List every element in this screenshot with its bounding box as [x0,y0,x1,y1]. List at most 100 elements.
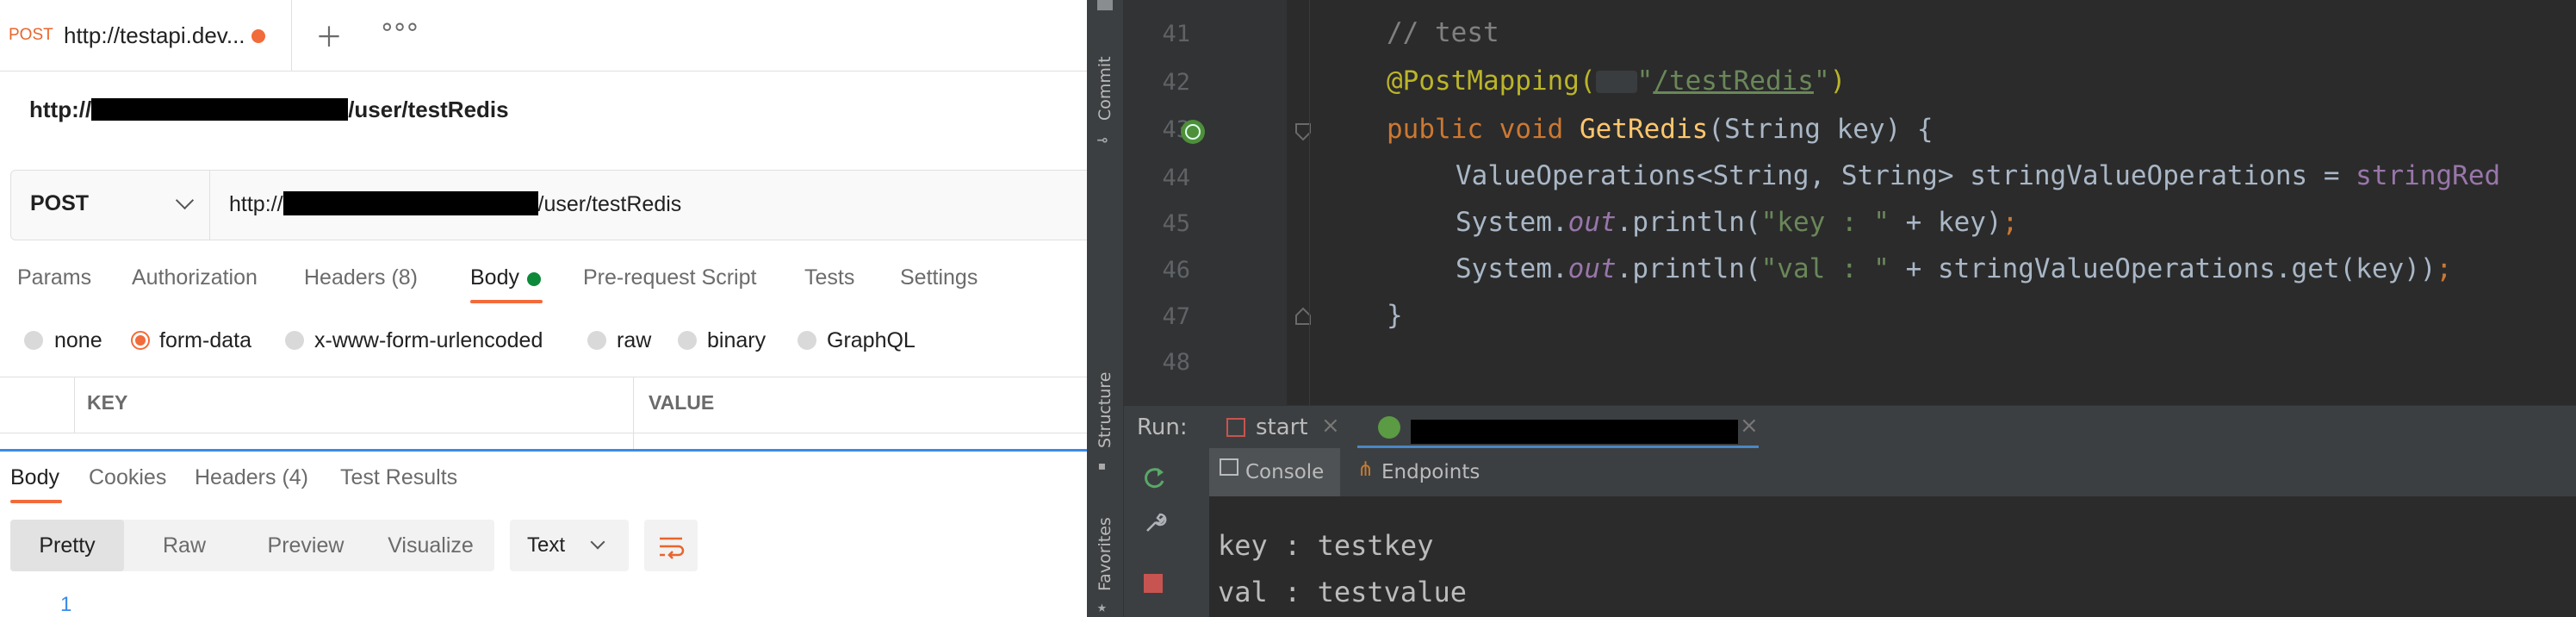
value-column-header: VALUE [649,391,715,414]
radio-binary-label: binary [707,328,767,352]
key-column-header: KEY [87,391,128,414]
radio-x-www-form-urlencoded-label: x-www-form-urlencoded [314,328,543,352]
active-tab-underline [470,300,543,303]
string-token: "key : " [1760,207,1890,238]
response-tab-cookies[interactable]: Cookies [89,465,166,490]
view-pretty[interactable]: Pretty [10,520,124,571]
tab-tests[interactable]: Tests [804,265,854,290]
radio-binary[interactable] [678,331,697,350]
tab-title: http://testapi.dev... [64,22,245,48]
globe-icon[interactable] [1595,71,1637,93]
mapping-path-link[interactable]: /testRedis [1653,65,1814,97]
tab-method: POST [9,26,53,44]
tab-settings[interactable]: Settings [900,265,978,290]
tab-console[interactable]: Console [1245,461,1324,483]
code-line-43: public void GetRedis(String key) { [1387,114,1934,145]
project-icon[interactable] [1097,0,1113,10]
column-divider [633,377,634,450]
tab-authorization[interactable]: Authorization [132,265,258,290]
tab-body[interactable]: Body [470,265,519,290]
code-token: System. [1456,253,1568,284]
stop-icon[interactable] [1144,574,1163,593]
radio-form-data-label: form-data [159,328,251,352]
structure-tool-tab[interactable]: Structure [1096,372,1114,448]
radio-graphql[interactable] [798,331,816,350]
semicolon-token: ; [2002,207,2019,238]
run-actions-toolbar [1123,448,1244,617]
code-line-44: ValueOperations<String, String> stringVa… [1456,160,2500,191]
code-line-46: System.out.println("val : " + stringValu… [1456,253,2452,284]
url-suffix: /user/testRedis [537,192,682,216]
ide-pane: 41 42 43 44 45 46 47 48 // test @PostMap… [1087,0,2576,617]
endpoint-gutter-icon[interactable] [1178,117,1207,146]
field-token: stringRed [2356,160,2501,191]
line-number: 42 [1162,69,1190,96]
string-quote: " [1813,65,1830,97]
radio-raw-label: raw [617,328,652,352]
response-tab-test-results[interactable]: Test Results [340,465,457,490]
radio-none-label: none [54,328,102,352]
line-number: 41 [1162,21,1190,47]
wrap-lines-button[interactable] [644,520,698,571]
code-token: ValueOperations<String, String> stringVa… [1456,160,2356,191]
static-field-token: out [1567,207,1617,238]
tab-headers-count: (8) [391,265,419,290]
run-tab-start[interactable]: start [1256,414,1308,440]
url-input[interactable]: http:// /user/testRedis [229,191,681,217]
line-number: 47 [1162,303,1190,330]
response-tab-headers-count: (4) [282,465,309,489]
redacted-host [91,98,349,121]
request-title: http:// /user/testRedis [29,97,509,123]
run-config-icon [1226,418,1245,437]
annotation-token: ) [1829,65,1847,97]
radio-none[interactable] [24,331,43,350]
new-tab-plus-icon[interactable]: ＋ [315,16,343,55]
request-tab[interactable]: POST http://testapi.dev... [0,0,292,71]
code-editor[interactable]: 41 42 43 44 45 46 47 48 // test @PostMap… [1087,0,2576,405]
code-token: .println( [1616,253,1761,284]
tab-pre-request-script[interactable]: Pre-request Script [583,265,756,290]
response-tab-body[interactable]: Body [10,465,59,490]
tab-headers[interactable]: Headers (8) [304,265,418,290]
response-pane-resizer[interactable] [0,449,1087,452]
response-active-tab-underline [10,500,62,503]
rerun-icon[interactable] [1142,465,1168,491]
tab-params[interactable]: Params [17,265,91,290]
close-icon[interactable]: × [1321,413,1340,439]
line-number: 44 [1162,165,1190,191]
radio-form-data[interactable] [131,331,150,350]
radio-raw[interactable] [587,331,606,350]
close-icon[interactable]: × [1740,413,1759,439]
wrap-lines-icon [660,537,685,559]
view-raw[interactable]: Raw [124,520,245,571]
endpoints-icon: ⋔ [1357,458,1375,481]
column-divider [74,377,75,433]
code-line-42: @PostMapping("/testRedis") [1387,65,1846,97]
response-line-number: 1 [60,593,72,616]
url-bar: POST http:// /user/testRedis [10,170,1087,240]
commit-tool-tab[interactable]: Commit [1096,56,1114,121]
line-number: 46 [1162,257,1190,284]
method-select[interactable]: POST [11,171,210,240]
line-number: 48 [1162,349,1190,376]
radio-x-www-form-urlencoded[interactable] [285,331,304,350]
run-subtabs: Console ⋔ Endpoints [1123,448,2576,496]
view-visualize[interactable]: Visualize [367,520,494,571]
view-mode-segmented: Pretty Raw Preview Visualize [10,520,494,571]
body-active-dot-icon [527,272,541,286]
keyword-token: void [1499,114,1580,145]
structure-icon: ▪ [1097,457,1107,475]
request-tab-bar: POST http://testapi.dev... ＋ ∘∘∘ [0,0,1087,72]
response-tab-headers[interactable]: Headers (4) [195,465,308,490]
more-tabs-ellipsis-icon[interactable]: ∘∘∘ [379,12,420,42]
request-title-suffix: /user/testRedis [348,97,509,122]
favorites-tool-tab[interactable]: Favorites [1096,517,1114,591]
view-preview[interactable]: Preview [245,520,367,571]
console-output[interactable]: key : testkey val : testvalue [1209,496,2576,617]
tab-endpoints[interactable]: Endpoints [1381,461,1480,483]
format-value: Text [527,533,566,557]
console-icon [1220,458,1238,476]
run-toolwindow-header: Run: start × × [1123,405,2576,449]
wrench-icon[interactable] [1142,510,1168,536]
format-select[interactable]: Text [510,520,629,571]
